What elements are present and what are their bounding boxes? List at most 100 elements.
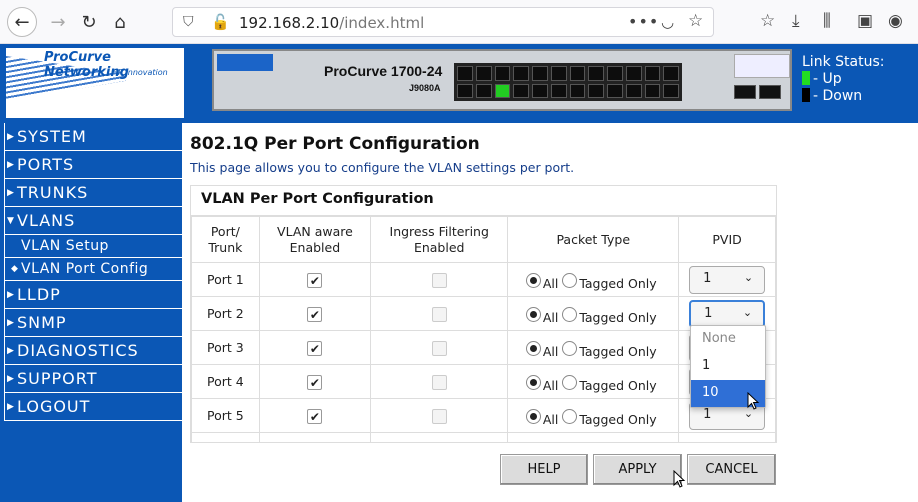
ingress-cell: [370, 364, 509, 399]
apply-button[interactable]: APPLY: [593, 454, 682, 485]
pvid-select[interactable]: 1⌄: [689, 265, 766, 294]
pvid-value: 1: [703, 406, 712, 422]
page-actions-menu-button[interactable]: •••: [628, 12, 659, 31]
reload-button[interactable]: ↻: [74, 7, 104, 37]
packet-all-radio[interactable]: [525, 374, 541, 390]
ingress-cell: [370, 262, 509, 297]
sidebar-toggle-icon[interactable]: ▣: [857, 11, 873, 31]
switch-port: [644, 83, 661, 98]
switch-part-number: J9080A: [409, 83, 441, 93]
packet-type-cell: All Tagged Only: [507, 364, 680, 399]
pocket-icon[interactable]: ◡: [661, 13, 674, 31]
help-button[interactable]: HELP: [500, 454, 588, 485]
empty-cell: [370, 432, 509, 442]
sfp-port: [759, 85, 781, 99]
ingress-filter-checkbox[interactable]: [431, 374, 447, 390]
empty-cell: [507, 432, 680, 442]
vlan-aware-cell: ✔: [258, 262, 372, 297]
up-swatch: [802, 71, 810, 85]
switch-port: [625, 83, 642, 98]
sidebar-item-system[interactable]: ▶ SYSTEM: [5, 123, 182, 151]
insecure-lock-icon: 🔓: [211, 13, 230, 31]
link-status-title: Link Status:: [802, 54, 885, 70]
sidebar-item-lldp[interactable]: ▶ LLDP: [5, 281, 182, 309]
bookmark-star-icon[interactable]: ☆: [688, 11, 703, 31]
pvid-select[interactable]: 1⌄: [689, 299, 766, 328]
packet-all-radio[interactable]: [525, 340, 541, 356]
port-name: Port 2: [191, 296, 260, 331]
port-name: Port 4: [191, 364, 260, 399]
switch-port: [532, 66, 548, 81]
account-icon[interactable]: ◉: [888, 11, 903, 31]
col-pvid: PVID: [678, 216, 776, 263]
packet-all-radio[interactable]: [525, 306, 541, 322]
packet-all-label: All: [542, 309, 559, 325]
packet-all-radio[interactable]: [525, 408, 541, 424]
triangle-right-icon: ▶: [7, 187, 15, 198]
packet-all-label: All: [542, 377, 559, 393]
packet-tagged-radio[interactable]: [562, 408, 578, 424]
vlan-aware-checkbox[interactable]: ✔: [307, 374, 323, 390]
pvid-option[interactable]: None: [691, 326, 765, 353]
vlan-aware-checkbox[interactable]: ✔: [307, 408, 323, 424]
ingress-filter-checkbox[interactable]: [431, 340, 447, 356]
url-bar[interactable]: ⛉ 🔓 192.168.2.10/index.html ••• ◡ ☆: [172, 7, 714, 37]
packet-tagged-radio[interactable]: [562, 340, 578, 356]
col-ingress: Ingress Filtering Enabled: [370, 216, 509, 263]
packet-all-radio[interactable]: [525, 272, 541, 288]
packet-tagged-radio[interactable]: [562, 374, 578, 390]
link-status-legend: Link Status: - Up - Down: [802, 54, 884, 105]
ingress-filter-checkbox[interactable]: [431, 408, 447, 424]
pvid-value: 1: [703, 270, 712, 286]
home-button[interactable]: ⌂: [105, 7, 135, 37]
vlan-aware-cell: ✔: [258, 364, 372, 399]
table-row: Port 3✔AllTagged Only1⌄: [191, 330, 776, 365]
mouse-cursor-icon: [673, 470, 686, 488]
sidebar-subitem-vlan-setup[interactable]: VLAN Setup: [5, 235, 182, 258]
legend-down: - Down: [813, 88, 863, 104]
arrow-right-icon: →: [50, 11, 66, 33]
library-icon[interactable]: ⫼: [823, 11, 831, 31]
table-header-row: Port/ Trunk VLAN aware Enabled Ingress F…: [191, 216, 776, 263]
back-button[interactable]: ←: [7, 7, 37, 37]
triangle-right-icon: ▶: [7, 289, 15, 300]
packet-tagged-radio[interactable]: [562, 306, 578, 322]
legend-up: - Up: [813, 71, 842, 87]
vlan-aware-checkbox[interactable]: ✔: [307, 306, 323, 322]
col-vlan-aware: VLAN aware Enabled: [258, 216, 372, 263]
download-icon[interactable]: ⤓: [792, 11, 800, 31]
packet-tagged-label: Tagged Only: [579, 309, 657, 325]
arrow-left-icon: ←: [14, 11, 30, 33]
ingress-cell: [370, 330, 509, 365]
ingress-filter-checkbox[interactable]: [431, 306, 447, 322]
forward-button[interactable]: →: [43, 7, 73, 37]
pvid-option[interactable]: 1: [691, 353, 765, 380]
sidebar-item-label: SNMP: [17, 313, 67, 332]
sidebar-subitem-vlan-port-config[interactable]: ◆ VLAN Port Config: [5, 258, 182, 281]
ingress-filter-checkbox[interactable]: [431, 272, 447, 288]
vlan-aware-checkbox[interactable]: ✔: [307, 272, 323, 288]
sidebar-item-trunks[interactable]: ▶ TRUNKS: [5, 179, 182, 207]
sidebar-item-ports[interactable]: ▶ PORTS: [5, 151, 182, 179]
switch-port: [588, 66, 604, 81]
sidebar-item-diagnostics[interactable]: ▶ DIAGNOSTICS: [5, 337, 182, 365]
procurve-logo: ProCurve Networking HP Innovation: [6, 48, 184, 118]
switch-port: [457, 83, 473, 98]
switch-port: [663, 83, 679, 98]
sidebar-item-snmp[interactable]: ▶ SNMP: [5, 309, 182, 337]
bookmarks-star-icon[interactable]: ☆: [760, 11, 775, 31]
switch-port: [550, 66, 567, 81]
vlan-aware-cell: ✔: [258, 398, 372, 433]
cancel-button[interactable]: CANCEL: [687, 454, 776, 485]
sidebar-item-vlans[interactable]: ▼ VLANS: [5, 207, 182, 235]
sidebar-item-logout[interactable]: ▶ LOGOUT: [5, 393, 182, 421]
vlan-aware-checkbox[interactable]: ✔: [307, 340, 323, 356]
sidebar-item-label: SUPPORT: [17, 369, 98, 388]
url-text[interactable]: 192.168.2.10/index.html: [239, 14, 424, 32]
sidebar-item-support[interactable]: ▶ SUPPORT: [5, 365, 182, 393]
vlan-aware-cell: ✔: [258, 296, 372, 331]
packet-tagged-radio[interactable]: [562, 272, 578, 288]
packet-tagged-label: Tagged Only: [579, 377, 657, 393]
ingress-cell: [370, 398, 509, 433]
sidebar-item-label: PORTS: [17, 155, 75, 174]
